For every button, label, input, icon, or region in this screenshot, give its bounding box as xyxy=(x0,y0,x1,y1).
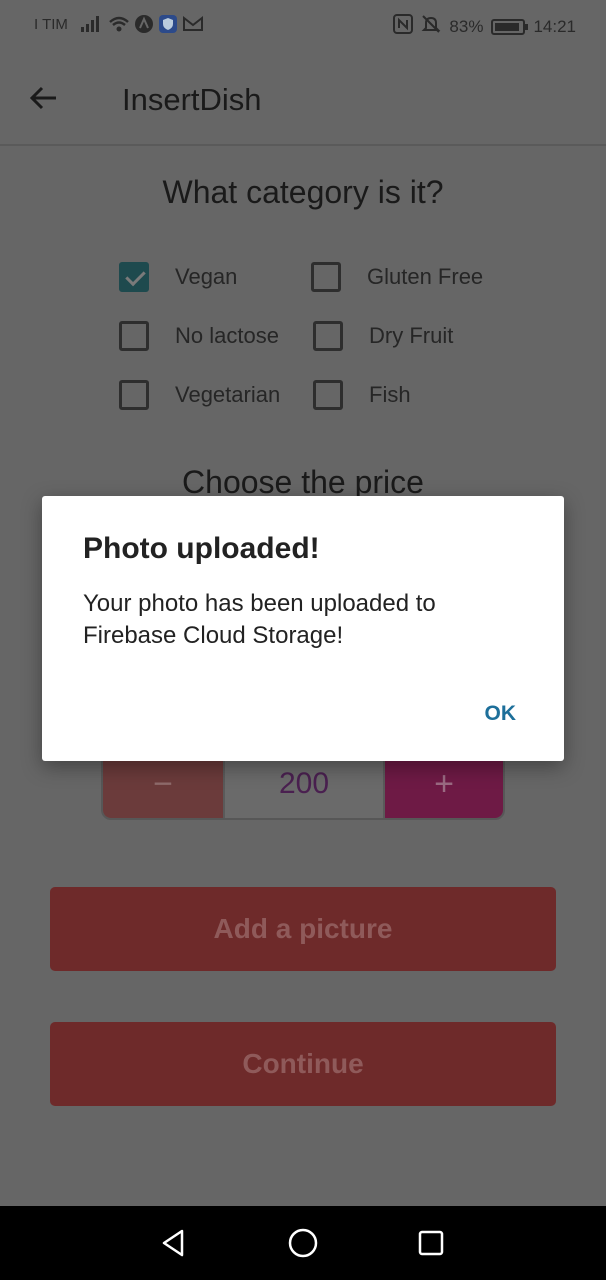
triangle-back-icon xyxy=(162,1229,184,1257)
circle-home-icon xyxy=(288,1228,318,1258)
back-nav-button[interactable] xyxy=(156,1226,190,1260)
dialog-message: Your photo has been uploaded to Firebase… xyxy=(83,590,436,649)
recents-nav-button[interactable] xyxy=(414,1226,448,1260)
alert-dialog: Photo uploaded! Your photo has been uplo… xyxy=(42,496,564,761)
system-nav-bar xyxy=(0,1206,606,1280)
dialog-title: Photo uploaded! xyxy=(83,532,320,565)
home-nav-button[interactable] xyxy=(286,1226,320,1260)
square-recents-icon xyxy=(418,1230,444,1256)
ok-button[interactable]: OK xyxy=(477,698,525,730)
